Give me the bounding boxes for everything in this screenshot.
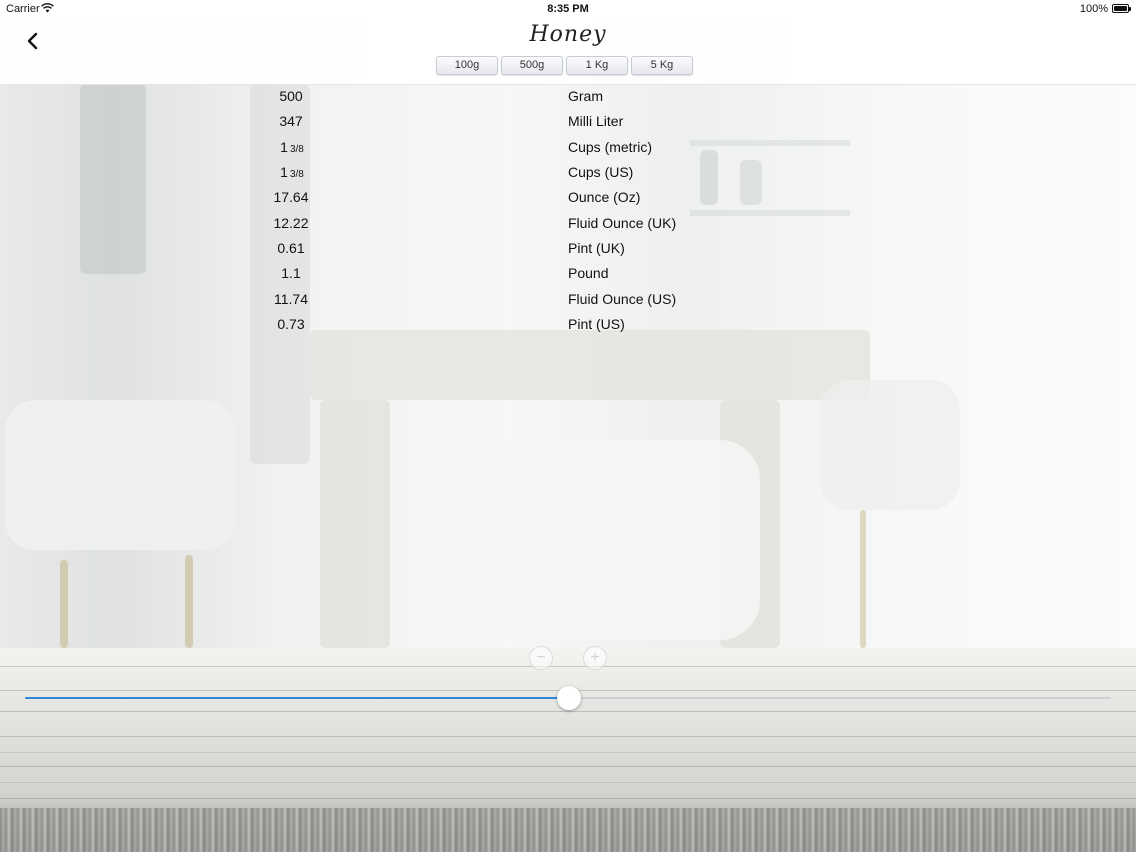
conversion-unit: Milli Liter bbox=[568, 113, 624, 129]
conversion-value: 500 bbox=[279, 88, 303, 104]
conversion-unit: Pint (UK) bbox=[568, 240, 625, 256]
segment-100g[interactable]: 100g bbox=[436, 56, 498, 75]
navigation-bar: Honey 100g 500g 1 Kg 5 Kg bbox=[0, 18, 1136, 85]
decrement-button[interactable]: − bbox=[529, 646, 553, 670]
list-item: 0.73 Pint (US) bbox=[0, 312, 1136, 337]
status-time: 8:35 PM bbox=[547, 3, 589, 15]
conversion-value: 1 3/8 bbox=[280, 139, 304, 155]
conversion-value: 11.74 bbox=[274, 291, 308, 307]
list-item: 17.64 Ounce (Oz) bbox=[0, 185, 1136, 210]
slider-thumb[interactable] bbox=[557, 686, 582, 710]
segment-500g[interactable]: 500g bbox=[501, 56, 563, 75]
conversion-value: 17.64 bbox=[273, 189, 309, 205]
status-bar: Carrier 8:35 PM 100% bbox=[0, 0, 1136, 18]
list-item: 12.22 Fluid Ounce (UK) bbox=[0, 211, 1136, 236]
list-item: 1 3/8 Cups (metric) bbox=[0, 135, 1136, 160]
conversion-value: 0.73 bbox=[277, 316, 305, 332]
list-item: 1.1 Pound bbox=[0, 261, 1136, 286]
list-item: 1 3/8 Cups (US) bbox=[0, 160, 1136, 185]
battery-percent: 100% bbox=[1079, 3, 1108, 15]
conversion-value: 0.61 bbox=[277, 240, 305, 256]
page-title: Honey bbox=[529, 22, 607, 47]
conversion-unit: Cups (US) bbox=[568, 164, 634, 180]
conversion-unit: Fluid Ounce (UK) bbox=[568, 215, 677, 231]
list-item: 0.61 Pint (UK) bbox=[0, 236, 1136, 261]
increment-button[interactable]: + bbox=[583, 646, 607, 670]
list-item: 11.74 Fluid Ounce (US) bbox=[0, 287, 1136, 312]
conversion-unit: Gram bbox=[568, 88, 603, 104]
slider-fill bbox=[25, 697, 570, 699]
conversion-unit: Fluid Ounce (US) bbox=[568, 291, 677, 307]
list-item: 500 Gram bbox=[0, 84, 1136, 109]
conversion-unit: Ounce (Oz) bbox=[568, 189, 641, 205]
conversion-value: 1.1 bbox=[281, 265, 301, 281]
conversion-value: 347 bbox=[279, 113, 303, 129]
list-item: 347 Milli Liter bbox=[0, 109, 1136, 134]
conversion-value: 12.22 bbox=[273, 215, 309, 231]
conversion-unit: Pound bbox=[568, 265, 609, 281]
segment-1kg[interactable]: 1 Kg bbox=[566, 56, 628, 75]
segment-5kg[interactable]: 5 Kg bbox=[631, 56, 693, 75]
quantity-segmented-control: 100g 500g 1 Kg 5 Kg bbox=[436, 56, 693, 75]
conversion-value: 1 3/8 bbox=[280, 164, 304, 180]
conversion-unit: Cups (metric) bbox=[568, 139, 653, 155]
battery-icon bbox=[1112, 4, 1131, 13]
conversion-unit: Pint (US) bbox=[568, 316, 625, 332]
table-edge bbox=[0, 808, 1136, 852]
